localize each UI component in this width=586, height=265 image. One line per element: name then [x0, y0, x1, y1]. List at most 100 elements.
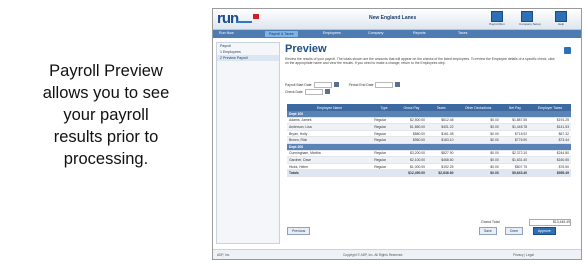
employer-taxes: $191.25	[529, 117, 571, 125]
caption: Payroll Preview allows you to see your p…	[22, 60, 190, 170]
setup-icon	[521, 11, 533, 22]
gross-pay: $960.00	[395, 136, 428, 144]
gross-pay: $2,100.00	[395, 156, 428, 164]
sidebar: Payroll 1 Employees 2 Preview Payroll	[216, 42, 280, 244]
taxes: $827.90	[427, 150, 456, 158]
sidebar-item-active[interactable]: 2 Preview Payroll	[217, 55, 279, 61]
employee-name[interactable]: Cunningham, Martha	[287, 150, 373, 158]
totals-type	[372, 169, 396, 177]
net-pay: $776.90	[500, 136, 530, 144]
net-pay: $2,372.10	[500, 150, 530, 158]
preview-table: Employee Name Type Gross Pay Taxes Other…	[287, 104, 571, 177]
adp-logo	[253, 14, 259, 19]
net-pay: $718.92	[500, 130, 530, 138]
app-screenshot: run New England Lanes Payroll Run Compan…	[212, 8, 582, 260]
grand-total-value: $13,445.49	[529, 219, 571, 226]
totals-deductions: $0.00	[455, 169, 501, 177]
employee-name[interactable]: Brown, Rick	[287, 136, 373, 144]
filter-label: Payroll Start Date	[285, 82, 312, 87]
table-row[interactable]: Hicks, Helen Regular $1,000.00 $192.25 $…	[287, 163, 571, 171]
page-description: Review the results of your payroll. The …	[285, 57, 555, 66]
calendar-icon[interactable]	[324, 89, 330, 94]
employer-taxes: $141.53	[529, 123, 571, 131]
filter-label: Check Date	[285, 89, 303, 94]
app-header: run New England Lanes Payroll Run Compan…	[213, 9, 581, 30]
table-row[interactable]: Gardner, Dave Regular $2,100.00 $468.60 …	[287, 156, 571, 164]
pay-type: Regular	[372, 130, 396, 138]
table-row[interactable]: Bryan, Holly Regular $880.00 $161.08 $0.…	[287, 130, 571, 138]
payroll-icon	[491, 11, 503, 22]
previous-button[interactable]: Previous	[287, 227, 311, 235]
column-header[interactable]: Gross Pay	[395, 104, 428, 111]
footer-links[interactable]: Privacy | Legal	[513, 253, 534, 257]
nav-item[interactable]: Employees	[323, 31, 341, 35]
table-row[interactable]: Brown, Rick Regular $960.00 $183.10 $0.0…	[287, 136, 571, 144]
grand-total-label: Grand Total	[481, 220, 500, 224]
company-name: New England Lanes	[369, 15, 417, 21]
calendar-icon[interactable]	[333, 82, 339, 87]
taxes: $161.08	[427, 130, 456, 138]
caption-line: Payroll Preview	[49, 62, 163, 80]
nav-item[interactable]: Company	[368, 31, 383, 35]
column-header[interactable]: Employee Name	[287, 104, 373, 111]
caption-line: allows you to see	[42, 84, 170, 102]
footer-copyright: Copyright © ADP, Inc. All Rights Reserve…	[343, 253, 404, 257]
calendar-icon[interactable]	[395, 82, 401, 87]
gross-pay: $3,200.00	[395, 150, 428, 158]
employee-name[interactable]: Gardner, Dave	[287, 156, 373, 164]
employer-taxes: $67.32	[529, 130, 571, 138]
table-row[interactable]: Adams, James Regular $2,500.00 $612.45 $…	[287, 117, 571, 125]
employee-name[interactable]: Adams, James	[287, 117, 373, 125]
other-deductions: $0.00	[455, 136, 501, 144]
nav-item[interactable]: Taxes	[458, 31, 467, 35]
header-button-payroll[interactable]: Payroll Run	[489, 11, 505, 27]
employee-name[interactable]: Hicks, Helen	[287, 163, 373, 171]
column-header[interactable]: Taxes	[427, 104, 456, 111]
table-row[interactable]: Cunningham, Martha Regular $3,200.00 $82…	[287, 150, 571, 158]
nav-item[interactable]: Run Now	[219, 31, 234, 35]
employee-name[interactable]: Anderson, Lisa	[287, 123, 373, 131]
done-button[interactable]: Done	[505, 227, 524, 235]
taxes: $192.25	[427, 163, 456, 171]
table-row[interactable]: Anderson, Lisa Regular $1,850.00 $401.22…	[287, 123, 571, 131]
gross-pay: $1,000.00	[395, 163, 428, 171]
totals-label: Totals	[287, 169, 373, 177]
taxes: $468.60	[427, 156, 456, 164]
column-header[interactable]: Employer Taxes	[529, 104, 571, 111]
start-date-field[interactable]	[313, 81, 332, 88]
table-header-row: Employee Name Type Gross Pay Taxes Other…	[287, 104, 571, 111]
employer-taxes: $73.44	[529, 136, 571, 144]
pay-type: Regular	[372, 117, 396, 125]
nav-item[interactable]: Reports	[413, 31, 426, 35]
check-date-field[interactable]	[304, 88, 323, 95]
header-button-setup[interactable]: Company Setup	[519, 11, 541, 27]
approve-button[interactable]: Approve	[533, 227, 556, 235]
other-deductions: $0.00	[455, 156, 501, 164]
net-pay: $1,448.78	[500, 123, 530, 131]
taxes: $401.22	[427, 123, 456, 131]
column-header[interactable]: Net Pay	[500, 104, 530, 111]
other-deductions: $0.00	[455, 150, 501, 158]
page-title: Preview	[285, 43, 327, 55]
main-content: Preview Review the results of your payro…	[283, 41, 577, 241]
employee-name[interactable]: Bryan, Holly	[287, 130, 373, 138]
save-button[interactable]: Save	[479, 227, 497, 235]
logo-swoosh	[236, 21, 252, 23]
nav-item-active[interactable]: Payroll & Taxes	[265, 31, 298, 37]
net-pay: $1,887.55	[500, 117, 530, 125]
employer-taxes: $76.50	[529, 163, 571, 171]
pay-type: Regular	[372, 163, 396, 171]
net-pay: $807.75	[500, 163, 530, 171]
caption-line: your payroll	[63, 106, 149, 124]
help-icon	[555, 11, 567, 22]
help-icon[interactable]	[564, 47, 571, 54]
other-deductions: $0.00	[455, 163, 501, 171]
filter-label: Period End Date	[348, 82, 374, 87]
header-button-help[interactable]: Help	[553, 11, 569, 27]
column-header[interactable]: Other Deductions	[455, 104, 501, 111]
column-header[interactable]: Type	[372, 104, 396, 111]
footer: ADP, Inc. Copyright © ADP, Inc. All Righ…	[213, 249, 581, 259]
end-date-field[interactable]	[375, 81, 394, 88]
table-body: Dept 100 Adams, James Regular $2,500.00 …	[287, 111, 571, 177]
employer-taxes: $244.80	[529, 150, 571, 158]
